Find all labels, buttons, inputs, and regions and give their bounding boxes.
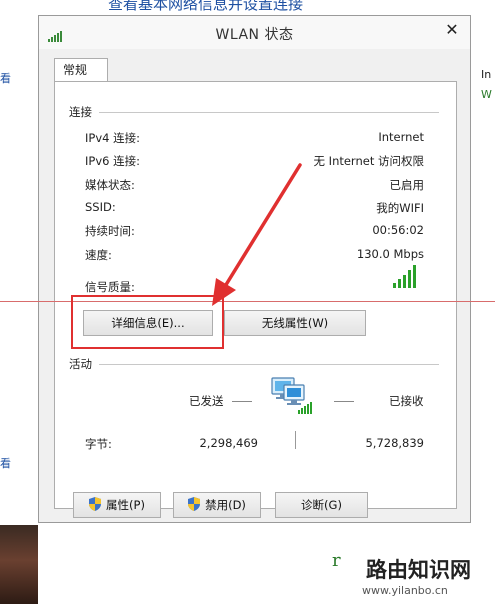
annotation-arrow-icon — [212, 163, 302, 306]
watermark: 路由知识网 www.yilanbo.cn — [346, 548, 495, 604]
watermark-title: 路由知识网 — [366, 557, 471, 582]
watermark-url: www.yilanbo.cn — [362, 584, 448, 597]
watermark-fragment: r — [332, 550, 341, 571]
